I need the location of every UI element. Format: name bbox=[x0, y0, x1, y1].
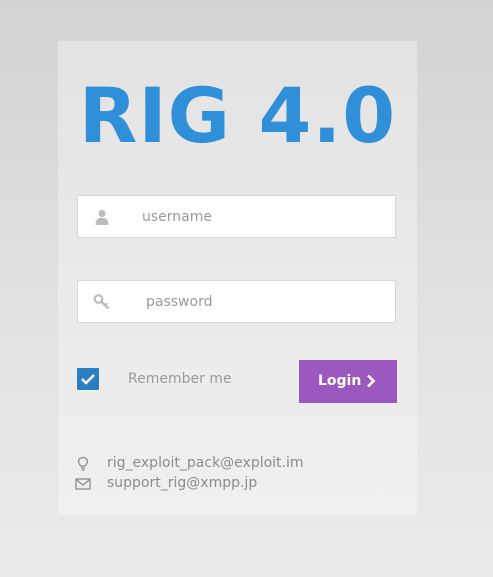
key-icon bbox=[93, 293, 111, 311]
contact-list: rig_exploit_pack@exploit.im support_rig@… bbox=[75, 454, 375, 494]
password-input[interactable] bbox=[146, 281, 386, 322]
user-icon bbox=[93, 208, 111, 226]
login-label: Login bbox=[318, 373, 362, 389]
checkmark-icon bbox=[81, 374, 95, 385]
envelope-icon bbox=[75, 476, 91, 492]
contact-xmpp: support_rig@xmpp.jp bbox=[107, 475, 258, 491]
contact-item: rig_exploit_pack@exploit.im bbox=[75, 454, 375, 474]
remember-me[interactable]: Remember me bbox=[77, 366, 277, 390]
username-field[interactable] bbox=[77, 195, 396, 238]
lightbulb-icon bbox=[75, 456, 91, 472]
contact-item: support_rig@xmpp.jp bbox=[75, 474, 375, 494]
logo-title: RIG 4.0 bbox=[78, 71, 397, 160]
remember-checkbox[interactable] bbox=[77, 368, 99, 390]
username-input[interactable] bbox=[142, 196, 382, 237]
login-panel: RIG 4.0 Remember me Login bbox=[58, 41, 417, 515]
password-field[interactable] bbox=[77, 280, 396, 323]
contact-jabber: rig_exploit_pack@exploit.im bbox=[107, 455, 304, 471]
chevron-right-icon bbox=[366, 374, 376, 392]
login-button[interactable]: Login bbox=[299, 360, 397, 403]
remember-label: Remember me bbox=[128, 371, 232, 387]
